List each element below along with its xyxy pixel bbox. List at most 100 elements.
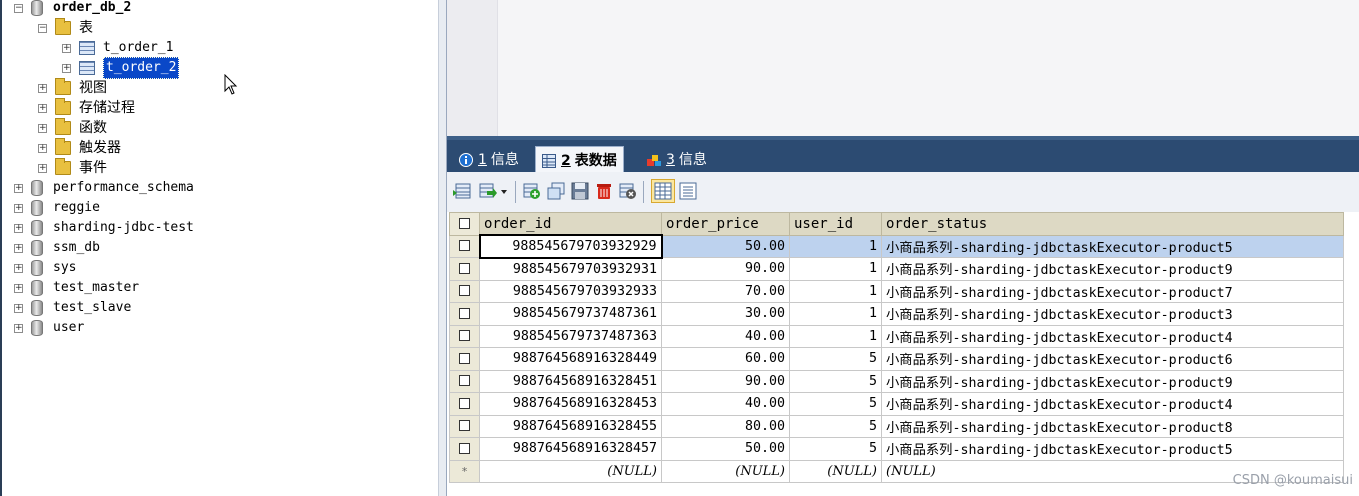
chevron-down-icon[interactable] — [499, 182, 509, 200]
cell-order-status[interactable]: 小商品系列-sharding-jdbctaskExecutor-product7 — [881, 279, 1344, 303]
cell-order-id[interactable]: 988764568916328455 — [479, 414, 662, 438]
tab-info-3[interactable]: 3 信息 — [641, 147, 713, 173]
cell-user-id[interactable]: 1 — [789, 279, 882, 303]
table-row[interactable]: 988545679737487363 40.00 1 小商品系列-shardin… — [449, 324, 1344, 348]
cell-order-price[interactable]: 90.00 — [661, 369, 790, 393]
cell-user-id[interactable]: 1 — [789, 324, 882, 348]
cell-order-status[interactable]: 小商品系列-sharding-jdbctaskExecutor-product3 — [881, 302, 1344, 326]
cell-user-id[interactable]: 1 — [789, 234, 882, 258]
tree-node-database[interactable]: + sharding-jdbc-test — [14, 218, 194, 238]
query-editor[interactable] — [447, 0, 1359, 136]
cell-order-price[interactable]: 90.00 — [661, 257, 790, 281]
table-row[interactable]: 988764568916328449 60.00 5 小商品系列-shardin… — [449, 347, 1344, 371]
cell-order-id[interactable]: 988764568916328449 — [479, 347, 662, 371]
tab-info-1[interactable]: 1 信息 — [453, 147, 525, 173]
tree-node-database[interactable]: + performance_schema — [14, 178, 194, 198]
column-header[interactable]: order_status — [881, 212, 1344, 236]
expand-icon[interactable]: + — [38, 83, 47, 93]
cell-order-price[interactable]: 60.00 — [661, 347, 790, 371]
cell-order-id[interactable]: 988764568916328451 — [479, 369, 662, 393]
table-row[interactable]: 988545679703932933 70.00 1 小商品系列-shardin… — [449, 279, 1344, 303]
cell-order-price[interactable]: 50.00 — [661, 437, 790, 461]
cell-order-price[interactable]: 50.00 — [661, 234, 790, 258]
delete-icon[interactable] — [595, 182, 613, 200]
expand-icon[interactable]: + — [14, 223, 23, 233]
table-row[interactable]: 988545679737487361 30.00 1 小商品系列-shardin… — [449, 302, 1344, 326]
cell-order-status[interactable]: 小商品系列-sharding-jdbctaskExecutor-product4 — [881, 392, 1344, 416]
column-header[interactable]: user_id — [789, 212, 882, 236]
column-header[interactable]: order_id — [479, 212, 662, 236]
expand-icon[interactable]: + — [14, 303, 23, 313]
expand-icon[interactable]: + — [62, 43, 71, 53]
cell-user-id[interactable]: 5 — [789, 369, 882, 393]
expand-icon[interactable]: + — [14, 243, 23, 253]
tree-node-events-folder[interactable]: + 事件 — [38, 158, 107, 178]
cell-order-price[interactable]: 70.00 — [661, 279, 790, 303]
expand-icon[interactable]: + — [14, 323, 23, 333]
text-view-icon[interactable] — [679, 182, 697, 200]
tree-node-database[interactable]: + user — [14, 318, 84, 338]
expand-icon[interactable]: + — [62, 63, 71, 73]
cell-order-status[interactable]: 小商品系列-sharding-jdbctaskExecutor-product6 — [881, 347, 1344, 371]
tree-node-database[interactable]: + ssm_db — [14, 238, 100, 258]
new-row[interactable]: * (NULL) (NULL) (NULL) (NULL) — [449, 459, 1344, 483]
tree-node-functions-folder[interactable]: + 函数 — [38, 118, 107, 138]
table-row[interactable]: 988764568916328455 80.00 5 小商品系列-shardin… — [449, 414, 1344, 438]
expand-icon[interactable]: + — [14, 183, 23, 193]
cell-user-id[interactable]: 1 — [789, 257, 882, 281]
cell-order-status[interactable]: 小商品系列-sharding-jdbctaskExecutor-product5 — [881, 437, 1344, 461]
expand-icon[interactable]: + — [14, 203, 23, 213]
row-checkbox[interactable] — [449, 414, 480, 438]
cell-order-price[interactable]: 30.00 — [661, 302, 790, 326]
cell-order-id[interactable]: 988764568916328453 — [479, 392, 662, 416]
duplicate-row-icon[interactable] — [547, 182, 565, 200]
cell-null[interactable]: (NULL) — [479, 459, 662, 483]
cancel-changes-icon[interactable] — [619, 182, 637, 200]
insert-row-icon[interactable] — [453, 182, 471, 200]
row-checkbox[interactable] — [449, 437, 480, 461]
table-row[interactable]: 988764568916328451 90.00 5 小商品系列-shardin… — [449, 369, 1344, 393]
row-checkbox[interactable] — [449, 257, 480, 281]
pane-splitter[interactable] — [438, 0, 447, 496]
row-checkbox[interactable] — [449, 279, 480, 303]
tree-node-table[interactable]: + t_order_1 — [62, 38, 173, 58]
expand-icon[interactable]: + — [38, 123, 47, 133]
tree-node-database[interactable]: + test_slave — [14, 298, 131, 318]
expand-icon[interactable]: + — [38, 103, 47, 113]
row-checkbox[interactable] — [449, 302, 480, 326]
grid-view-icon[interactable] — [651, 179, 675, 203]
collapse-icon[interactable]: − — [38, 23, 47, 33]
expand-icon[interactable]: + — [38, 163, 47, 173]
row-checkbox[interactable] — [449, 392, 480, 416]
save-icon[interactable] — [571, 182, 589, 200]
expand-icon[interactable]: + — [14, 283, 23, 293]
cell-user-id[interactable]: 5 — [789, 392, 882, 416]
cell-user-id[interactable]: 5 — [789, 347, 882, 371]
tree-node-database[interactable]: + test_master — [14, 278, 139, 298]
cell-user-id[interactable]: 5 — [789, 414, 882, 438]
tree-node-order-db-2[interactable]: − order_db_2 — [14, 0, 131, 18]
cell-order-price[interactable]: 40.00 — [661, 324, 790, 348]
row-checkbox[interactable] — [449, 324, 480, 348]
tree-node-tables-folder[interactable]: − 表 — [38, 18, 93, 38]
cell-order-status[interactable]: 小商品系列-sharding-jdbctaskExecutor-product9 — [881, 369, 1344, 393]
cell-order-status[interactable]: 小商品系列-sharding-jdbctaskExecutor-product8 — [881, 414, 1344, 438]
cell-order-id[interactable]: 988545679703932933 — [479, 279, 662, 303]
tree-node-procedures-folder[interactable]: + 存储过程 — [38, 98, 135, 118]
cell-order-id[interactable]: 988764568916328457 — [479, 437, 662, 461]
table-row[interactable]: 988764568916328453 40.00 5 小商品系列-shardin… — [449, 392, 1344, 416]
table-row[interactable]: 988764568916328457 50.00 5 小商品系列-shardin… — [449, 437, 1344, 461]
cell-order-id[interactable]: 988545679703932931 — [479, 257, 662, 281]
cell-null[interactable]: (NULL) — [789, 459, 882, 483]
tree-node-triggers-folder[interactable]: + 触发器 — [38, 138, 121, 158]
table-row[interactable]: 988545679703932931 90.00 1 小商品系列-shardin… — [449, 257, 1344, 281]
row-checkbox[interactable] — [449, 234, 480, 258]
expand-icon[interactable]: + — [38, 143, 47, 153]
cell-order-status[interactable]: 小商品系列-sharding-jdbctaskExecutor-product9 — [881, 257, 1344, 281]
tree-node-database[interactable]: + sys — [14, 258, 76, 278]
column-header[interactable]: order_price — [661, 212, 790, 236]
table-row[interactable]: 988545679703932929 50.00 1 小商品系列-shardin… — [449, 234, 1344, 259]
expand-icon[interactable]: + — [14, 263, 23, 273]
cell-user-id[interactable]: 5 — [789, 437, 882, 461]
collapse-icon[interactable]: − — [14, 3, 23, 13]
